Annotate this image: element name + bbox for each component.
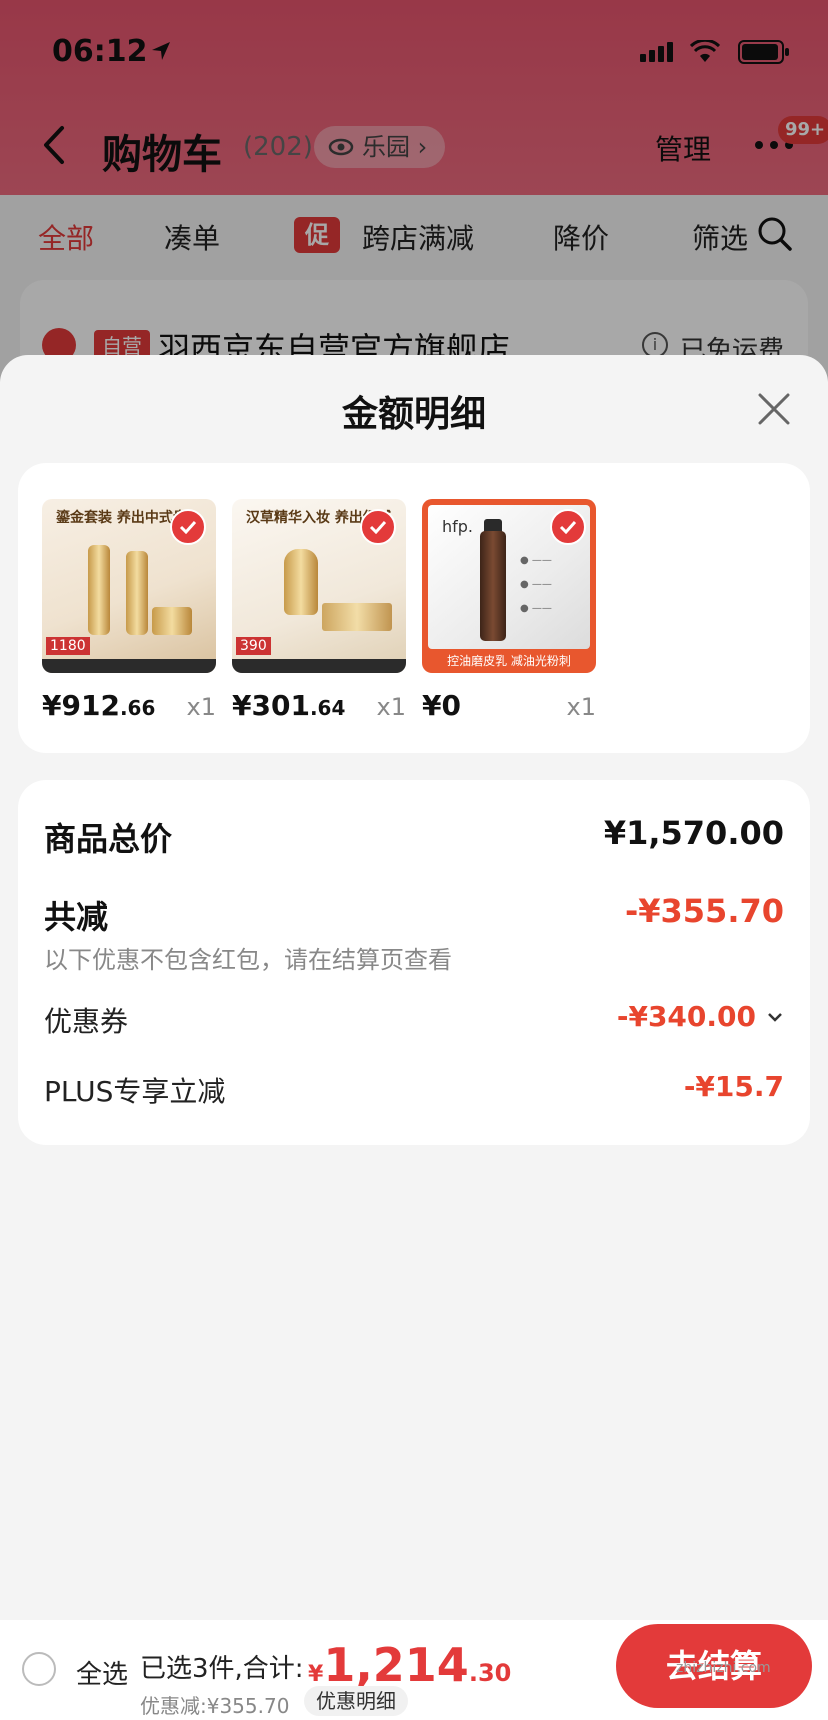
product-headline: 鎏金套装 养出中式贵 — [56, 510, 187, 526]
product-price-tag: 1180 — [46, 637, 90, 655]
product-qty: x1 — [186, 693, 216, 721]
product-item[interactable]: 鎏金套装 养出中式贵 1180 ¥912.66 x1 — [42, 499, 216, 722]
brand-logo: hfp. — [442, 517, 474, 536]
discount-summary: 优惠减:¥355.70 — [140, 1694, 290, 1718]
product-check[interactable] — [360, 509, 396, 545]
chevron-down-icon[interactable] — [766, 1010, 784, 1024]
product-qty: x1 — [376, 693, 406, 721]
total-price-label: 商品总价 — [44, 820, 173, 858]
total-discount-value: -¥355.70 — [624, 892, 784, 930]
price-summary: 商品总价 ¥1,570.00 共减 -¥355.70 以下优惠不包含红包，请在结… — [18, 780, 810, 1145]
product-item[interactable]: 汉草精华入妆 养出细腻 390 ¥301.64 x1 — [232, 499, 406, 722]
coupon-label: 优惠券 — [44, 1005, 129, 1038]
product-check[interactable] — [550, 509, 586, 545]
grand-total: ¥1,214.30 — [308, 1638, 512, 1692]
discount-note: 以下优惠不包含红包，请在结算页查看 — [44, 946, 452, 974]
product-check[interactable] — [170, 509, 206, 545]
product-caption: 控油磨皮乳 减油光粉刺 — [447, 654, 571, 668]
plus-discount-value: -¥15.7 — [683, 1070, 784, 1103]
amount-detail-sheet: 金额明细 鎏金套装 养出中式贵 1180 ¥912.66 x1 汉草精华入妆 养… — [0, 355, 828, 1720]
total-discount-label: 共减 — [44, 898, 109, 936]
product-price-tag: 390 — [236, 637, 271, 655]
product-item[interactable]: hfp. ● —— ● —— ● —— 控油磨皮乳 减油光粉刺 ¥0 x1 — [422, 499, 596, 722]
product-qty: x1 — [566, 693, 596, 721]
selected-count: 已选3件,合计: — [140, 1654, 304, 1684]
sheet-title: 金额明细 — [341, 394, 486, 435]
product-image: hfp. ● —— ● —— ● —— 控油磨皮乳 减油光粉刺 — [422, 499, 596, 673]
close-icon[interactable] — [756, 391, 792, 427]
watermark: zhizhizhi.com — [676, 1660, 771, 1676]
product-strip: 鎏金套装 养出中式贵 1180 ¥912.66 x1 汉草精华入妆 养出细腻 3… — [18, 463, 810, 753]
product-image: 鎏金套装 养出中式贵 1180 — [42, 499, 216, 673]
discount-detail-button[interactable]: 优惠明细 — [304, 1686, 408, 1716]
product-price: ¥0 — [422, 689, 461, 722]
select-all-label[interactable]: 全选 — [76, 1654, 128, 1691]
plus-discount-label: PLUS专享立减 — [44, 1075, 226, 1108]
total-price-value: ¥1,570.00 — [603, 814, 784, 852]
product-price: ¥301.64 — [232, 689, 346, 722]
product-price: ¥912.66 — [42, 689, 156, 722]
coupon-value: -¥340.00 — [616, 1000, 756, 1033]
product-image: 汉草精华入妆 养出细腻 390 — [232, 499, 406, 673]
select-all-radio[interactable] — [22, 1652, 56, 1686]
